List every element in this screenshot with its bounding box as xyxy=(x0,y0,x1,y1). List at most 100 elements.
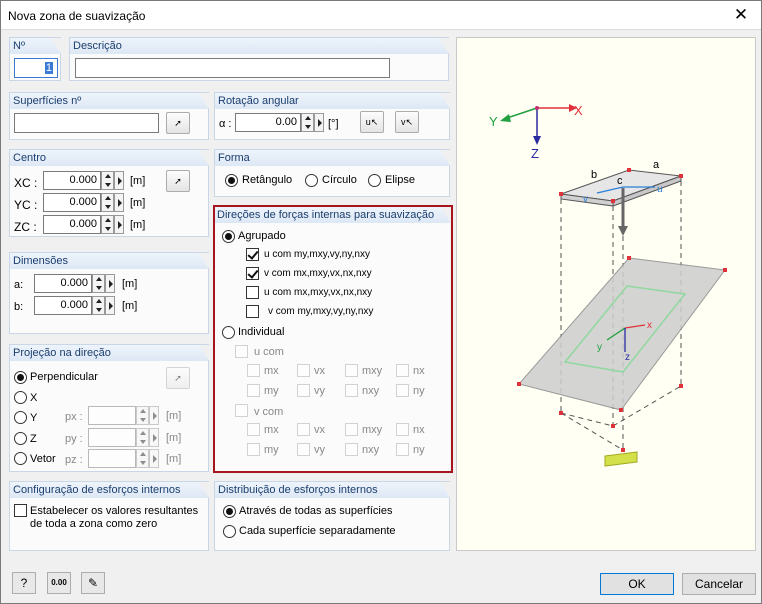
zc-menu-arrow[interactable] xyxy=(114,215,124,234)
rotation-spinner[interactable] xyxy=(301,113,314,132)
xc-menu-arrow[interactable] xyxy=(114,171,124,190)
radio-x[interactable] xyxy=(14,391,27,404)
px-label: px : xyxy=(65,411,83,423)
ok-button[interactable]: OK xyxy=(600,573,674,595)
a-menu-arrow[interactable] xyxy=(105,274,115,293)
circle-label: Círculo xyxy=(322,174,357,186)
dimensions-label: Dimensões xyxy=(10,253,209,269)
yc-menu-arrow[interactable] xyxy=(114,193,124,212)
radio-each-surface[interactable] xyxy=(223,525,236,538)
set-zero-label: Estabelecer os valores resultantes de to… xyxy=(30,505,199,530)
number-input[interactable]: 1 xyxy=(14,58,58,78)
vector-label: Vetor xyxy=(30,453,56,465)
description-input[interactable] xyxy=(75,58,390,78)
a-spinner[interactable] xyxy=(92,274,105,293)
yc-input[interactable]: 0.000 xyxy=(43,193,101,212)
pick-direction-icon[interactable]: ➚ xyxy=(166,367,190,389)
projection-label: Projeção na direção xyxy=(10,345,209,361)
edit-button[interactable]: ✎ xyxy=(81,572,105,594)
pick-center-icon[interactable]: ➚ xyxy=(166,170,190,192)
x-label: X xyxy=(30,392,38,404)
group-rotation: Rotação angular α : 0.00 [°] u↖ v↖ xyxy=(214,92,450,140)
pz-label: pz : xyxy=(65,454,83,466)
axis-y-arrow xyxy=(500,114,511,122)
highlight-frame xyxy=(213,205,453,473)
svg-text:y: y xyxy=(597,342,602,353)
group-shape: Forma Retângulo Círculo Elipse xyxy=(214,149,450,197)
radio-ellipse[interactable] xyxy=(368,174,381,187)
group-dimensions: Dimensões a: 0.000 [m] b: 0.000 [m] xyxy=(9,252,209,334)
b-label: b: xyxy=(14,301,24,313)
config-label: Configuração de esforços internos xyxy=(10,482,209,498)
group-surfaces: Superfícies nº ➚ xyxy=(9,92,209,140)
axis-x-label: X xyxy=(574,103,583,118)
units-button[interactable]: 0.00 xyxy=(47,572,71,594)
center-label: Centro xyxy=(10,150,209,166)
rotation-menu-arrow[interactable] xyxy=(314,113,324,132)
radio-rectangle[interactable] xyxy=(225,174,238,187)
zc-unit: [m] xyxy=(130,219,146,231)
ellipse-label: Elipse xyxy=(385,174,415,186)
description-label: Descrição xyxy=(70,38,449,54)
distribution-label: Distribuição de esforços internos xyxy=(215,482,450,498)
yc-unit: [m] xyxy=(130,197,146,209)
zc-spinner[interactable] xyxy=(101,215,114,234)
svg-text:z: z xyxy=(625,352,630,363)
py-menu-arrow[interactable] xyxy=(149,428,159,447)
pick-surface-icon[interactable]: ➚ xyxy=(166,112,190,134)
radio-vector[interactable] xyxy=(14,452,27,465)
group-number: Nº 1 xyxy=(9,37,61,81)
radio-z[interactable] xyxy=(14,432,27,445)
py-spinner[interactable] xyxy=(136,428,149,447)
pz-spinner[interactable] xyxy=(136,449,149,468)
shape-label: Forma xyxy=(215,150,450,166)
px-unit: [m] xyxy=(166,410,182,422)
group-projection: Projeção na direção Perpendicular ➚ X Y … xyxy=(9,344,209,472)
rotation-label: Rotação angular xyxy=(215,93,450,109)
a-input[interactable]: 0.000 xyxy=(34,274,92,293)
b-input[interactable]: 0.000 xyxy=(34,296,92,315)
label-v: v xyxy=(583,194,588,205)
py-label: py : xyxy=(65,433,83,445)
px-spinner[interactable] xyxy=(136,406,149,425)
check-set-zero[interactable] xyxy=(14,504,27,517)
axis-y-label: Y xyxy=(489,114,498,129)
zc-input[interactable]: 0.000 xyxy=(43,215,101,234)
radio-perpendicular[interactable] xyxy=(14,371,27,384)
close-icon[interactable]: ✕ xyxy=(731,5,751,25)
axis-y-line xyxy=(506,107,538,119)
rotation-input[interactable]: 0.00 xyxy=(235,113,301,132)
rotation-u-button[interactable]: u↖ xyxy=(360,111,384,133)
b-menu-arrow[interactable] xyxy=(105,296,115,315)
radio-all-surfaces[interactable] xyxy=(223,505,236,518)
rectangle-label: Retângulo xyxy=(242,174,293,186)
help-button[interactable]: ? xyxy=(12,572,36,594)
xc-input[interactable]: 0.000 xyxy=(43,171,101,190)
z-label: Z xyxy=(30,433,37,445)
group-center: Centro XC : 0.000 [m] YC : 0.000 [m] ZC … xyxy=(9,149,209,237)
radio-circle[interactable] xyxy=(305,174,318,187)
px-input[interactable] xyxy=(88,406,136,425)
radio-y[interactable] xyxy=(14,411,27,424)
cancel-button[interactable]: Cancelar xyxy=(682,573,756,595)
all-surfaces-label: Através de todas as superfícies xyxy=(239,505,393,517)
a-unit: [m] xyxy=(122,278,138,290)
axis-z-arrow xyxy=(533,136,541,145)
pz-menu-arrow[interactable] xyxy=(149,449,159,468)
px-menu-arrow[interactable] xyxy=(149,406,159,425)
surfaces-input[interactable] xyxy=(14,113,159,133)
py-input[interactable] xyxy=(88,428,136,447)
label-b: b xyxy=(591,169,597,181)
group-config: Configuração de esforços internos Estabe… xyxy=(9,481,209,551)
y-label: Y xyxy=(30,412,38,424)
diagram-svg: X Y Z b a c u v x y z xyxy=(489,103,727,467)
number-label: Nº xyxy=(10,38,61,54)
yc-spinner[interactable] xyxy=(101,193,114,212)
pz-input[interactable] xyxy=(88,449,136,468)
xc-spinner[interactable] xyxy=(101,171,114,190)
label-c: c xyxy=(617,175,623,187)
axis-z-label: Z xyxy=(531,146,539,161)
rotation-v-button[interactable]: v↖ xyxy=(395,111,419,133)
b-spinner[interactable] xyxy=(92,296,105,315)
surfaces-label: Superfícies nº xyxy=(10,93,209,109)
